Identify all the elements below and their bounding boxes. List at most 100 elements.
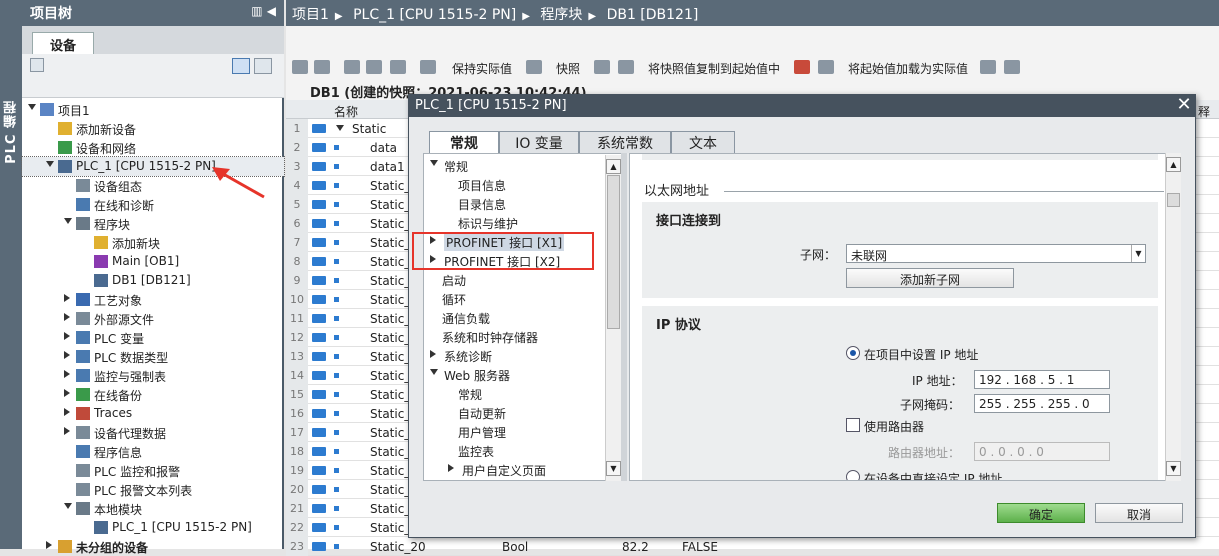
tree-item[interactable]: PLC 报警文本列表 — [22, 480, 284, 499]
cancel-button[interactable]: 取消 — [1095, 503, 1183, 523]
ip-address-input[interactable]: 192 . 168 . 5 . 1 — [974, 370, 1110, 389]
collapse-panel-icon[interactable]: ▥ ◀ — [251, 4, 276, 18]
tree-item[interactable]: 添加新设备 — [22, 119, 284, 138]
row-name[interactable]: Static_20 — [370, 540, 426, 554]
nav-item[interactable]: 标识与维护 — [424, 213, 604, 232]
nav-item[interactable]: 常规 — [424, 384, 604, 403]
breadcrumb-item[interactable]: 程序块 — [540, 7, 582, 23]
nav-item[interactable]: 系统诊断 — [424, 346, 604, 365]
expanded-arrow-icon[interactable] — [430, 160, 438, 166]
ok-button[interactable]: 确定 — [997, 503, 1085, 523]
row-name[interactable]: Static_ — [370, 312, 410, 326]
collapse-icon[interactable] — [366, 60, 382, 74]
chevron-down-icon[interactable]: ▼ — [1131, 245, 1145, 262]
row-name[interactable]: Static — [352, 122, 386, 136]
collapsed-arrow-icon[interactable] — [64, 370, 70, 378]
load-icon[interactable] — [794, 60, 810, 74]
tab-devices[interactable]: 设备 — [32, 32, 94, 54]
collapsed-arrow-icon[interactable] — [64, 389, 70, 397]
pane-splitter[interactable] — [621, 153, 627, 481]
tree-item[interactable]: 在线备份 — [22, 385, 284, 404]
monitor-icon[interactable] — [420, 60, 436, 74]
collapsed-arrow-icon[interactable] — [46, 541, 52, 549]
view-list-icon[interactable] — [232, 58, 250, 74]
row-name[interactable]: Static_ — [370, 369, 410, 383]
tree-item[interactable]: 程序信息 — [22, 442, 284, 461]
copy-snapshot-button[interactable]: 将快照值复制到起始值中 — [648, 60, 780, 77]
row-name[interactable]: Static_ — [370, 426, 410, 440]
row-name[interactable]: data — [370, 141, 397, 155]
expanded-arrow-icon[interactable] — [430, 369, 438, 375]
add-row-icon[interactable] — [314, 60, 330, 74]
collapsed-arrow-icon[interactable] — [64, 313, 70, 321]
nav-scroll-thumb[interactable] — [607, 175, 620, 329]
nav-item[interactable]: 用户自定义页面 — [424, 460, 604, 479]
breadcrumb-item[interactable]: DB1 [DB121] — [607, 7, 699, 23]
nav-item[interactable]: Web 服务器 — [424, 365, 604, 384]
tree-item[interactable]: 未分组的设备 — [22, 537, 284, 556]
nav-item[interactable]: 目录信息 — [424, 194, 604, 213]
radio-set-in-project[interactable] — [846, 346, 860, 360]
nav-item[interactable]: 启动 — [424, 270, 604, 289]
row-name[interactable]: Static_ — [370, 521, 410, 535]
collapsed-arrow-icon[interactable] — [64, 408, 70, 416]
row-name[interactable]: Static_ — [370, 407, 410, 421]
tree-item[interactable]: Traces — [22, 404, 284, 423]
edit-icon[interactable] — [30, 58, 44, 72]
expanded-arrow-icon[interactable] — [46, 161, 54, 167]
router-address-input[interactable]: 0 . 0 . 0 . 0 — [974, 442, 1110, 461]
row-name[interactable]: data1 — [370, 160, 405, 174]
tree-item[interactable]: 监控与强制表 — [22, 366, 284, 385]
row-name[interactable]: Static_ — [370, 274, 410, 288]
tab-general[interactable]: 常规 — [429, 131, 499, 154]
row-offset[interactable]: 82.2 — [622, 540, 649, 554]
nav-item[interactable]: 系统和时钟存储器 — [424, 327, 604, 346]
tree-item[interactable]: PLC_1 [CPU 1515-2 PN] — [22, 518, 284, 537]
tree-item[interactable]: 设备和网络 — [22, 138, 284, 157]
scroll-down-icon[interactable]: ▼ — [1166, 461, 1181, 476]
copy-icon[interactable] — [594, 60, 610, 74]
row-name[interactable]: Static_ — [370, 445, 410, 459]
collapsed-arrow-icon[interactable] — [430, 350, 436, 358]
nav-item[interactable]: 通信负载 — [424, 308, 604, 327]
view-details-icon[interactable] — [254, 58, 272, 74]
row-name[interactable]: Static_ — [370, 483, 410, 497]
tree-item[interactable]: 程序块 — [22, 214, 284, 233]
load-start-values-button[interactable]: 将起始值加载为实际值 — [848, 60, 968, 77]
collapsed-arrow-icon[interactable] — [64, 351, 70, 359]
tree-item[interactable]: 本地模块 — [22, 499, 284, 518]
portal-side-strip[interactable]: PLC 编程 — [0, 0, 22, 549]
snapshot-button[interactable]: 快照 — [556, 60, 580, 77]
scroll-down-icon[interactable]: ▼ — [606, 461, 621, 476]
row-name[interactable]: Static_ — [370, 388, 410, 402]
close-icon[interactable]: ✕ — [1175, 95, 1193, 115]
row-value[interactable]: FALSE — [682, 540, 718, 554]
expand-icon[interactable] — [344, 60, 360, 74]
tree-item[interactable]: 添加新块 — [22, 233, 284, 252]
col-comment-header[interactable]: 释 — [1198, 103, 1210, 120]
row-name[interactable]: Static_ — [370, 217, 410, 231]
row-name[interactable]: Static_ — [370, 331, 410, 345]
scroll-up-icon[interactable]: ▲ — [1166, 157, 1181, 172]
subnet-select[interactable]: 未联网 ▼ — [846, 244, 1146, 263]
breadcrumb-item[interactable]: 项目1 — [292, 7, 329, 23]
tree-item[interactable]: PLC 监控和报警 — [22, 461, 284, 480]
scroll-up-icon[interactable]: ▲ — [606, 159, 621, 174]
download-alt-icon[interactable] — [1004, 60, 1020, 74]
tree-item[interactable]: 工艺对象 — [22, 290, 284, 309]
use-router-checkbox[interactable] — [846, 418, 860, 432]
expanded-arrow-icon[interactable] — [64, 218, 72, 224]
expanded-arrow-icon[interactable] — [336, 125, 344, 131]
collapsed-arrow-icon[interactable] — [64, 427, 70, 435]
table-row[interactable]: 23 Static_20 Bool 82.2 FALSE — [286, 537, 1219, 556]
row-name[interactable]: Static_ — [370, 179, 410, 193]
nav-item[interactable]: 常规 — [424, 156, 604, 175]
copy-alt-icon[interactable] — [618, 60, 634, 74]
nav-scrollbar[interactable]: ▲ ▼ — [605, 155, 621, 481]
tree-item[interactable]: Main [OB1] — [22, 252, 284, 271]
tree-item[interactable]: PLC 数据类型 — [22, 347, 284, 366]
row-name[interactable]: Static_ — [370, 502, 410, 516]
collapsed-arrow-icon[interactable] — [64, 332, 70, 340]
tree-item[interactable]: 项目1 — [22, 100, 284, 119]
expanded-arrow-icon[interactable] — [28, 104, 36, 110]
